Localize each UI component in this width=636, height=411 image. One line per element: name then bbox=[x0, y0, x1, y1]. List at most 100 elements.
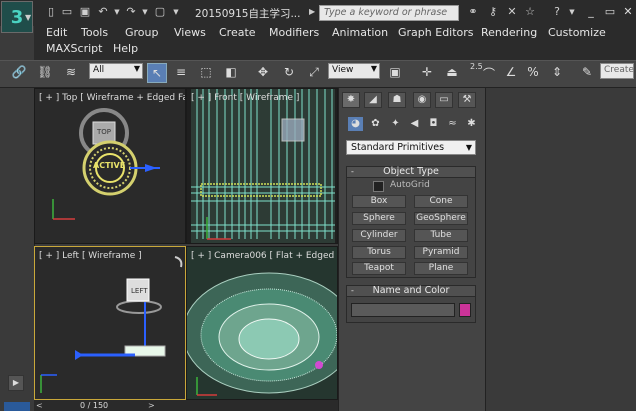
play-animation-icon[interactable]: ▶ bbox=[8, 375, 24, 391]
favorites-star-icon[interactable]: ☆ bbox=[523, 6, 537, 18]
cone-button[interactable]: Cone bbox=[414, 195, 468, 208]
search-input[interactable]: Type a keyword or phrase bbox=[319, 5, 459, 21]
pivot-center-icon[interactable]: ▣ bbox=[386, 63, 404, 81]
viewport-front[interactable]: [ + ] Front [ Wireframe ] bbox=[186, 88, 338, 244]
select-by-name-icon[interactable]: ≡ bbox=[172, 63, 190, 81]
bind-space-warp-icon[interactable]: ≋ bbox=[62, 63, 80, 81]
menu-maxscript[interactable]: MAXScript bbox=[46, 42, 102, 55]
hierarchy-tab-icon[interactable]: ☗ bbox=[388, 92, 406, 108]
systems-category-icon[interactable]: ✱ bbox=[464, 117, 479, 131]
window-crossing-icon[interactable]: ◧ bbox=[222, 63, 240, 81]
menu-group[interactable]: Group bbox=[125, 26, 159, 39]
help-dropdown-icon[interactable]: ▼ bbox=[565, 6, 579, 18]
viewport-left-label[interactable]: [ + ] Left [ Wireframe ] bbox=[39, 251, 142, 261]
modify-tab-icon[interactable]: ◢ bbox=[364, 92, 382, 108]
helpers-category-icon[interactable]: ◘ bbox=[426, 117, 441, 131]
rotate-icon[interactable]: ↻ bbox=[280, 63, 298, 81]
pyramid-button[interactable]: Pyramid bbox=[414, 246, 468, 259]
primitive-type-dropdown[interactable]: Standard Primitives ▼ bbox=[346, 140, 476, 155]
help-icon[interactable]: ? bbox=[550, 6, 564, 18]
selection-filter-dropdown[interactable]: All ▼ bbox=[89, 63, 143, 79]
select-link-icon[interactable]: 🔗 bbox=[10, 63, 28, 81]
move-icon[interactable]: ✥ bbox=[254, 63, 272, 81]
motion-tab-icon[interactable]: ◉ bbox=[413, 92, 431, 108]
autogrid-checkbox[interactable] bbox=[373, 181, 384, 192]
menu-views[interactable]: Views bbox=[174, 26, 206, 39]
app-menu-dropdown-icon[interactable]: ▼ bbox=[25, 13, 31, 22]
menu-modifiers[interactable]: Modifiers bbox=[269, 26, 319, 39]
rectangular-selection-icon[interactable]: ⬚ bbox=[197, 63, 215, 81]
box-button[interactable]: Box bbox=[352, 195, 406, 208]
select-object-icon[interactable]: ↖ bbox=[147, 63, 167, 83]
undo-dropdown-icon[interactable]: ▼ bbox=[110, 6, 124, 18]
viewport-top-label[interactable]: [ + ] Top [ Wireframe + Edged Faces ] bbox=[39, 93, 185, 103]
tube-button[interactable]: Tube bbox=[414, 229, 468, 242]
restore-button[interactable]: ▭ bbox=[603, 5, 617, 19]
menu-tools[interactable]: Tools bbox=[81, 26, 108, 39]
open-file-icon[interactable]: ▭ bbox=[60, 6, 74, 18]
select-manipulate-icon[interactable]: ✛ bbox=[418, 63, 436, 81]
viewport-front-label[interactable]: [ + ] Front [ Wireframe ] bbox=[191, 93, 299, 103]
percent-snap-icon[interactable]: % bbox=[524, 63, 542, 81]
binoculars-icon[interactable]: ⚭ bbox=[466, 6, 480, 18]
name-color-header[interactable]: - Name and Color bbox=[346, 285, 476, 297]
menu-edit[interactable]: Edit bbox=[46, 26, 67, 39]
unlink-icon[interactable]: ⛓ bbox=[36, 63, 54, 81]
undo-icon[interactable]: ↶ bbox=[96, 6, 110, 18]
close-button[interactable]: ✕ bbox=[621, 5, 635, 19]
menu-customize[interactable]: Customize bbox=[548, 26, 606, 39]
angle-snap-icon[interactable]: ∠ bbox=[502, 63, 520, 81]
geosphere-button[interactable]: GeoSphere bbox=[414, 212, 468, 225]
create-tab-icon[interactable]: ✸ bbox=[342, 92, 360, 108]
title-expand-icon[interactable]: ▶ bbox=[309, 7, 315, 16]
quick-access-dropdown-icon[interactable]: ▼ bbox=[169, 6, 183, 18]
edit-named-selection-icon[interactable]: ✎ bbox=[578, 63, 596, 81]
scale-icon[interactable]: ⤢ bbox=[305, 63, 323, 81]
teapot-button[interactable]: Teapot bbox=[352, 262, 406, 275]
cameras-category-icon[interactable]: ◀ bbox=[407, 117, 422, 131]
object-type-header[interactable]: - Object Type bbox=[346, 166, 476, 178]
lights-category-icon[interactable]: ✦ bbox=[388, 117, 403, 131]
autogrid-label: AutoGrid bbox=[390, 180, 430, 190]
menu-rendering[interactable]: Rendering bbox=[481, 26, 537, 39]
utilities-tab-icon[interactable]: ⚒ bbox=[458, 92, 476, 108]
redo-dropdown-icon[interactable]: ▼ bbox=[138, 6, 152, 18]
active-label-text: ACTIVE bbox=[93, 161, 126, 170]
object-name-input[interactable] bbox=[351, 303, 455, 317]
snaps-toggle-icon[interactable]: ⌒ bbox=[480, 65, 498, 83]
new-file-icon[interactable]: ▯ bbox=[44, 6, 58, 18]
spinner-snap-icon[interactable]: ⇕ bbox=[548, 63, 566, 81]
torus-button[interactable]: Torus bbox=[352, 246, 406, 259]
timeline-prev-icon[interactable]: < bbox=[36, 401, 43, 410]
redo-icon[interactable]: ↷ bbox=[124, 6, 138, 18]
project-folder-icon[interactable]: ▢ bbox=[153, 6, 167, 18]
communication-center-icon[interactable]: ✕ bbox=[505, 6, 519, 18]
named-selection-set-input[interactable]: Create bbox=[600, 63, 634, 79]
display-tab-icon[interactable]: ▭ bbox=[435, 92, 453, 108]
menu-graph-editors[interactable]: Graph Editors bbox=[398, 26, 474, 39]
cylinder-button[interactable]: Cylinder bbox=[352, 229, 406, 242]
reference-coordinate-dropdown[interactable]: View ▼ bbox=[328, 63, 380, 79]
viewport-camera[interactable]: [ + ] Camera006 [ Flat + Edged Faces ] bbox=[186, 246, 338, 400]
selection-filter-value: All bbox=[93, 65, 105, 75]
viewport-top[interactable]: [ + ] Top [ Wireframe + Edged Faces ] TO… bbox=[34, 88, 186, 244]
timeline-next-icon[interactable]: > bbox=[148, 401, 155, 410]
menu-animation[interactable]: Animation bbox=[332, 26, 388, 39]
home-arc-icon bbox=[174, 256, 183, 268]
plane-button[interactable]: Plane bbox=[414, 262, 468, 275]
keyboard-shortcut-override-icon[interactable]: ⏏ bbox=[443, 63, 461, 81]
menu-help[interactable]: Help bbox=[113, 42, 138, 55]
viewport-left[interactable]: [ + ] Left [ Wireframe ] LEFT bbox=[34, 246, 186, 400]
mini-listener-icon[interactable] bbox=[4, 402, 30, 411]
shapes-category-icon[interactable]: ✿ bbox=[368, 117, 383, 131]
key-icon[interactable]: ⚷ bbox=[486, 6, 500, 18]
viewport-camera-label[interactable]: [ + ] Camera006 [ Flat + Edged Faces ] bbox=[191, 251, 337, 261]
save-icon[interactable]: ▣ bbox=[78, 6, 92, 18]
sphere-button[interactable]: Sphere bbox=[352, 212, 406, 225]
menu-create[interactable]: Create bbox=[219, 26, 256, 39]
object-color-swatch[interactable] bbox=[459, 303, 471, 317]
minimize-button[interactable]: _ bbox=[584, 5, 598, 19]
geometry-category-icon[interactable]: ◕ bbox=[348, 117, 363, 131]
space-warps-category-icon[interactable]: ≈ bbox=[445, 117, 460, 131]
front-viewport-scene bbox=[191, 89, 335, 243]
